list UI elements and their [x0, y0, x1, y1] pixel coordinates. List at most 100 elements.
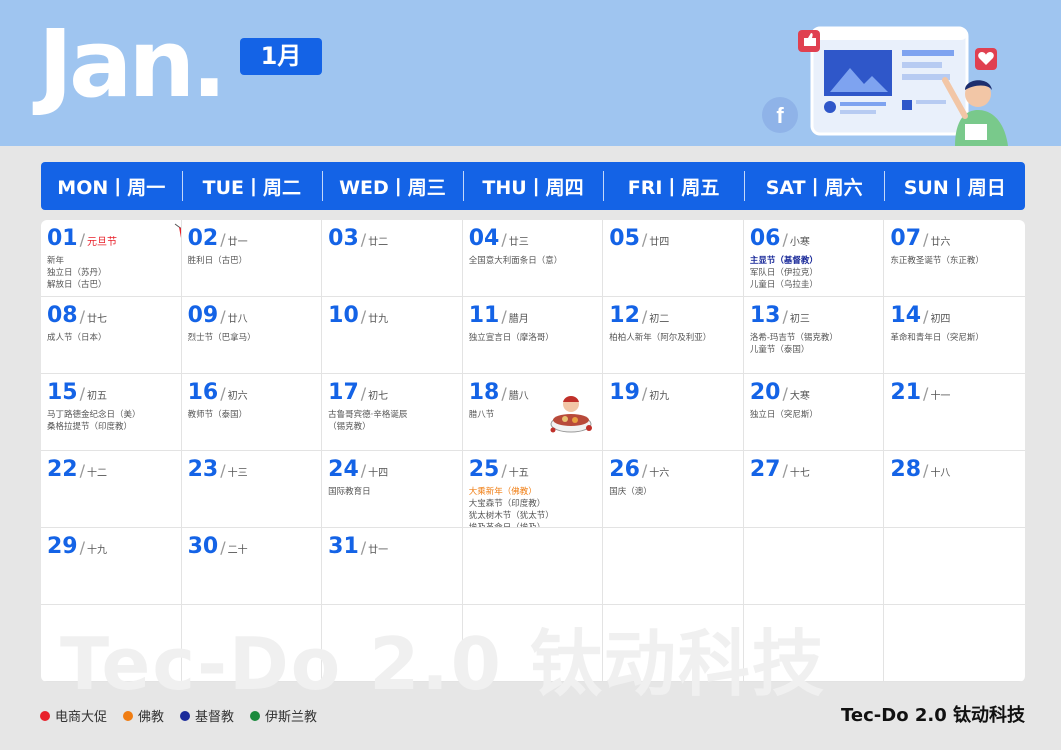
day-number: 26 [609, 457, 640, 482]
day-header: 05/廿四 [609, 225, 737, 251]
svg-text:f: f [776, 103, 784, 128]
lunar-date: 廿四 [649, 237, 670, 248]
day-events: 革命和青年日（突尼斯） [890, 332, 1019, 344]
legend-label: 伊斯兰教 [265, 710, 318, 725]
weekday-sun: SUN丨周日 [884, 162, 1025, 210]
lunar-date: 十六 [649, 468, 670, 479]
day-header: 26/十六 [609, 456, 737, 482]
calendar-day-cell: 01/元旦节 新年 独立日（苏丹） 解放日（古巴） [41, 220, 182, 297]
calendar-day-cell: 16/初六 教师节（泰国） [181, 374, 323, 451]
lunar-date: 廿三 [508, 237, 529, 248]
day-number: 18 [468, 380, 500, 405]
lunar-date: 十三 [227, 468, 248, 479]
lunar-date: 初三 [789, 314, 810, 325]
day-header: 28/十八 [890, 456, 1019, 482]
holiday-event: 马丁路德金纪念日（美） [47, 410, 141, 420]
month-badge-cn: 1月 [240, 38, 322, 75]
day-events: 主显节（基督教） 军队日（伊拉克） 儿童日（乌拉圭） [750, 255, 878, 291]
lunar-date: 腊八 [508, 391, 529, 402]
day-header: 20/大寒 [750, 379, 878, 405]
day-number: 19 [609, 380, 640, 405]
holiday-event: 儿童日（乌拉圭） [749, 280, 818, 290]
holiday-event: 解放日（古巴） [47, 280, 107, 290]
day-events: 成人节（日本） [47, 332, 175, 344]
lunar-date: 十五 [508, 468, 529, 479]
weekday-sat: SAT丨周六 [743, 162, 885, 210]
social-media-illustration: f [762, 26, 1008, 146]
weekday-tue: TUE丨周二 [181, 162, 323, 210]
slash-divider: / [79, 230, 86, 249]
day-number: 23 [187, 457, 219, 482]
lunar-date: 廿一 [227, 237, 248, 248]
calendar-day-cell: 03/廿二 [322, 220, 463, 297]
slash-divider: / [360, 538, 367, 557]
slash-divider: / [220, 307, 226, 326]
day-header: 25/十五 [469, 456, 597, 482]
day-events: 烈士节（巴拿马） [188, 332, 316, 344]
holiday-event: 全国意大利面条日（意） [468, 256, 563, 266]
day-number: 22 [47, 457, 78, 482]
legend-label: 佛教 [138, 710, 165, 725]
month-title-en: Jan. [38, 10, 227, 119]
weekday-header-bar: MON丨周一 TUE丨周二 WED丨周三 THU丨周四 FRI丨周五 SAT丨周… [41, 162, 1025, 210]
lunar-date: 小寒 [789, 237, 810, 248]
holiday-event: 军队日（伊拉克） [749, 268, 818, 278]
calendar-day-cell: 14/初四革命和青年日（突尼斯） [884, 297, 1025, 374]
calendar-day-cell: 12/初二 柏柏人新年（阿尔及利亚） [603, 297, 744, 374]
day-header: 08/廿七 [47, 302, 175, 328]
calendar-day-cell [884, 605, 1025, 682]
lunar-date: 十九 [87, 545, 108, 556]
calendar-day-cell: 06/小寒 主显节（基督教） 军队日（伊拉克） 儿童日（乌拉圭） [743, 220, 885, 297]
calendar-day-cell [181, 605, 323, 682]
slash-divider: / [220, 384, 226, 403]
slash-divider: / [79, 461, 86, 480]
holiday-event: 犹太树木节（犹太节） [468, 511, 554, 521]
lunar-date: 廿一 [368, 545, 389, 556]
day-number: 17 [328, 380, 359, 405]
slash-divider: / [641, 461, 648, 480]
day-number: 29 [47, 534, 78, 559]
calendar-day-cell: 25/十五 大乘新年（佛教） 大宝森节（印度教） 犹太树木节（犹太节） 埃及革命日（埃及… [462, 451, 604, 528]
day-header: 01/元旦节 [47, 225, 175, 251]
holiday-event: 柏柏人新年（阿尔及利亚） [609, 333, 712, 343]
day-number: 01 [47, 226, 78, 251]
day-events: 国庆（澳） [609, 486, 737, 498]
day-events: 教师节（泰国） [188, 409, 316, 421]
day-header: 14/初四 [890, 302, 1019, 328]
day-number: 15 [47, 380, 78, 405]
calendar-day-cell: 21/十一 [884, 374, 1025, 451]
day-number: 20 [749, 380, 781, 405]
holiday-event: 独立宣言日（摩洛哥） [468, 333, 554, 343]
holiday-event: （锡克教） [328, 422, 371, 432]
slash-divider: / [79, 307, 86, 326]
day-number: 13 [749, 303, 781, 328]
day-number: 28 [890, 457, 922, 482]
lunar-date: 十一 [930, 391, 951, 402]
holiday-event: 教师节（泰国） [187, 410, 248, 420]
legend-dot-red [40, 710, 50, 721]
day-events: 全国意大利面条日（意） [469, 255, 597, 267]
day-header: 10/廿九 [328, 302, 456, 328]
lunar-date: 初六 [227, 391, 248, 402]
bunting-flags-icon [174, 223, 181, 236]
day-number: 24 [328, 457, 359, 482]
calendar-day-cell [462, 528, 604, 605]
calendar-day-cell: 29/十九 [41, 528, 182, 605]
day-number: 30 [187, 534, 219, 559]
calendar-day-cell: 31/廿一 [322, 528, 463, 605]
calendar-day-cell [884, 528, 1025, 605]
day-header: 22/十二 [47, 456, 175, 482]
calendar-day-cell: 17/初七 古鲁哥宾德·辛格诞辰 （锡克教） [322, 374, 463, 451]
day-number: 12 [609, 303, 640, 328]
weekday-fri: FRI丨周五 [603, 162, 744, 210]
calendar-day-cell: 08/廿七成人节（日本） [41, 297, 182, 374]
slash-divider: / [79, 384, 86, 403]
calendar-day-cell [41, 605, 182, 682]
calendar-day-cell: 07/廿六 东正教圣诞节（东正教） [884, 220, 1025, 297]
calendar-day-cell [743, 528, 885, 605]
day-events: 胜利日（古巴） [188, 255, 316, 267]
calendar-day-cell: 05/廿四 [603, 220, 744, 297]
legend-item-christianity: 基督教 [180, 706, 234, 725]
slash-divider: / [782, 461, 788, 480]
calendar-day-cell: 18/腊八 腊八节 [462, 374, 604, 451]
